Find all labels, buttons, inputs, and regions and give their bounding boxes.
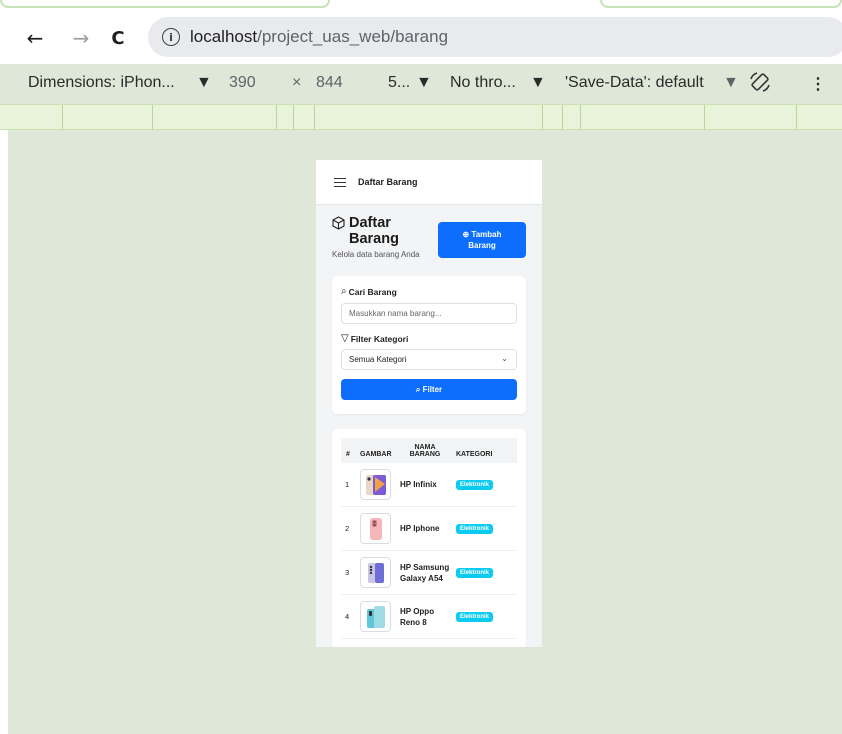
tab-strip <box>0 0 842 12</box>
reload-icon[interactable]: C <box>101 21 135 55</box>
media-query-ruler[interactable] <box>0 104 842 131</box>
url-text[interactable]: localhost/project_uas_web/barang <box>190 27 448 47</box>
product-image[interactable] <box>360 513 391 544</box>
filter-label: ▽ Filter Kategori <box>341 333 409 344</box>
plus-circle-icon: ⊕ Tambah <box>462 230 502 239</box>
items-table: # GAMBAR NAMA BARANG KATEGORI 1 HP Infin… <box>341 438 517 639</box>
viewport-edge <box>0 130 8 734</box>
col-header-name: NAMA BARANG <box>397 438 453 463</box>
height-field[interactable]: 844 <box>316 74 343 92</box>
ruler-tick <box>562 105 563 131</box>
search-label: ⌕ Cari Barang <box>341 286 397 297</box>
width-field[interactable]: 390 <box>229 74 256 92</box>
table-row[interactable]: 2 HP Iphone Elektronik <box>341 506 517 551</box>
zoom-select[interactable]: 5... <box>388 74 410 92</box>
device-select[interactable]: Dimensions: iPhon... <box>28 74 175 92</box>
product-image[interactable] <box>360 601 391 632</box>
ruler-tick <box>276 105 277 131</box>
table-header-row: # GAMBAR NAMA BARANG KATEGORI <box>341 438 517 463</box>
filter-button[interactable]: ⌕ Filter <box>341 379 517 400</box>
category-badge: Elektronik <box>456 612 494 622</box>
page-subtitle: Kelola data barang Anda <box>332 250 420 259</box>
table-row[interactable]: 3 HP Samsung Galaxy A54 Elektronik <box>341 550 517 595</box>
save-data-select[interactable]: 'Save-Data': default <box>565 74 704 92</box>
ruler-tick <box>580 105 581 131</box>
browser-toolbar: ← → C i localhost/project_uas_web/barang <box>0 12 842 64</box>
info-icon[interactable]: i <box>162 28 180 46</box>
table-row[interactable]: 4 HP Oppo Reno 8 Elektronik <box>341 594 517 639</box>
category-badge: Elektronik <box>456 480 494 490</box>
device-toolbar: Dimensions: iPhon... ▼ 390 × 844 5... ▼ … <box>0 64 842 104</box>
filter-icon: ▽ <box>341 333 349 344</box>
phone-viewport: Daftar Barang Daftar Barang Kelola data b… <box>316 160 542 647</box>
tab-edge <box>600 0 842 8</box>
times-label: × <box>292 74 302 91</box>
ruler-tick <box>704 105 705 131</box>
category-badge: Elektronik <box>456 524 494 534</box>
ruler-tick <box>62 105 63 131</box>
add-item-button[interactable]: ⊕ Tambah Barang <box>438 222 526 258</box>
menu-icon[interactable] <box>334 177 346 187</box>
caret-down-icon[interactable]: ▼ <box>196 74 212 92</box>
more-vert-icon[interactable]: ⋮ <box>810 74 826 94</box>
items-table-card: # GAMBAR NAMA BARANG KATEGORI 1 HP Infin… <box>332 429 526 647</box>
app-navbar: Daftar Barang <box>316 160 542 205</box>
rotate-icon[interactable] <box>748 70 772 99</box>
product-image[interactable] <box>360 469 391 500</box>
search-input[interactable]: Masukkan nama barang... <box>341 303 517 324</box>
back-arrow-icon[interactable]: ← <box>18 21 52 55</box>
title-block: Daftar Barang Kelola data barang Anda <box>332 215 432 259</box>
navbar-title: Daftar Barang <box>358 177 418 187</box>
ruler-tick <box>796 105 797 131</box>
address-bar[interactable]: i localhost/project_uas_web/barang <box>148 17 842 57</box>
search-icon: ⌕ <box>415 385 421 394</box>
caret-down-icon[interactable]: ▼ <box>723 74 739 92</box>
col-header-number: # <box>341 438 357 463</box>
category-badge: Elektronik <box>456 568 494 578</box>
caret-down-icon[interactable]: ▼ <box>416 74 432 92</box>
product-image[interactable] <box>360 557 391 588</box>
page-title: Daftar Barang <box>332 215 432 247</box>
ruler-tick <box>314 105 315 131</box>
forward-arrow-icon[interactable]: → <box>64 21 98 55</box>
main-content: Daftar Barang Kelola data barang Anda ⊕ T… <box>316 205 542 647</box>
ruler-tick <box>152 105 153 131</box>
col-header-category: KATEGORI <box>453 438 517 463</box>
filter-card: ⌕ Cari Barang Masukkan nama barang... ▽ … <box>332 276 526 414</box>
category-select[interactable]: Semua Kategori ⌄ <box>341 349 517 370</box>
product-name: HP Samsung Galaxy A54 <box>397 550 453 595</box>
product-name: HP Infinix <box>397 463 453 507</box>
throttle-select[interactable]: No thro... <box>450 74 516 92</box>
ruler-tick <box>293 105 294 131</box>
tab-edge <box>0 0 330 8</box>
caret-down-icon[interactable]: ▼ <box>530 74 546 92</box>
table-row[interactable]: 1 HP Infinix Elektronik <box>341 463 517 507</box>
ruler-tick <box>542 105 543 131</box>
search-icon: ⌕ <box>341 286 347 297</box>
box-icon <box>332 216 345 230</box>
product-name: HP Oppo Reno 8 <box>397 594 453 639</box>
page-header: Daftar Barang Kelola data barang Anda ⊕ T… <box>332 215 526 259</box>
product-name: HP Iphone <box>397 506 453 551</box>
col-header-image: GAMBAR <box>357 438 397 463</box>
chevron-down-icon: ⌄ <box>501 354 508 363</box>
